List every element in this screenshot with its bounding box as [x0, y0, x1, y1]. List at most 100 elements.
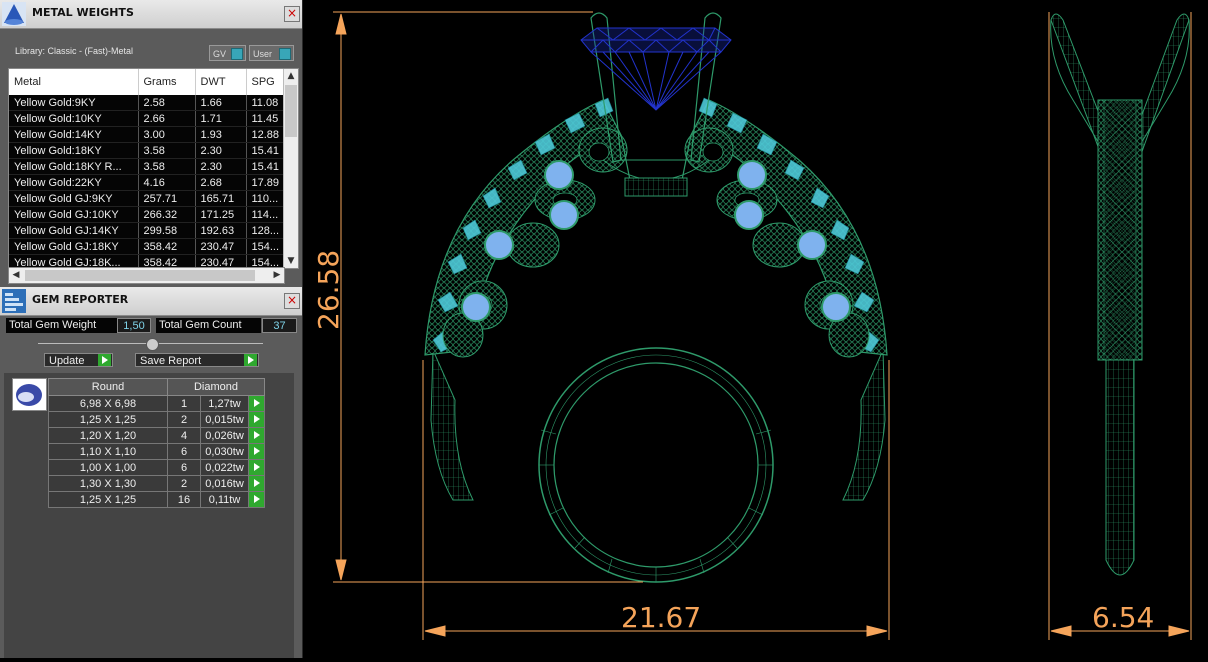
- metal-cell-grams: 3.58: [138, 158, 196, 175]
- metal-table-row[interactable]: Yellow Gold GJ:14KY 299.58 192.63 128...: [9, 222, 290, 239]
- gv-toggle[interactable]: GV: [209, 45, 246, 61]
- metal-cell-grams: 299.58: [138, 222, 196, 239]
- horizontal-scroll-thumb[interactable]: [25, 270, 255, 281]
- metal-weights-icon: [2, 2, 26, 26]
- gem-row-go-icon[interactable]: [248, 427, 265, 444]
- save-report-button[interactable]: Save Report: [135, 353, 259, 367]
- scroll-left-arrow-icon[interactable]: ◀: [9, 268, 23, 283]
- metal-table-row[interactable]: Yellow Gold:18KY 3.58 2.30 15.41: [9, 142, 290, 159]
- gem-row-go-icon[interactable]: [248, 475, 265, 492]
- metal-cell-grams: 2.66: [138, 110, 196, 127]
- metal-table-row[interactable]: Yellow Gold:22KY 4.16 2.68 17.89: [9, 174, 290, 191]
- gem-row-go-icon[interactable]: [248, 395, 265, 412]
- gem-type-header: Diamond: [167, 378, 265, 396]
- gem-row-go-icon[interactable]: [248, 411, 265, 428]
- gem-table-row[interactable]: 1,10 X 1,10 6 0,030tw: [48, 443, 265, 460]
- metal-cell-grams: 266.32: [138, 206, 196, 223]
- metal-cell-metal: Yellow Gold:9KY: [9, 95, 139, 111]
- scroll-right-arrow-icon[interactable]: ▶: [270, 268, 284, 283]
- metal-cell-metal: Yellow Gold:18KY R...: [9, 158, 139, 175]
- metal-cell-metal: Yellow Gold GJ:10KY: [9, 206, 139, 223]
- metal-cell-metal: Yellow Gold:18KY: [9, 142, 139, 159]
- gem-cell-size: 1,10 X 1,10: [48, 443, 168, 460]
- metal-weights-close-button[interactable]: ×: [284, 6, 300, 22]
- metal-cell-metal: Yellow Gold:22KY: [9, 174, 139, 191]
- update-go-icon[interactable]: [98, 354, 111, 366]
- gem-reporter-titlebar[interactable]: GEM REPORTER ×: [0, 287, 302, 316]
- gem-cell-size: 1,25 X 1,25: [48, 411, 168, 428]
- gem-shape-header: Round: [48, 378, 168, 396]
- width-dimension-label: 21.67: [621, 601, 701, 634]
- user-toggle[interactable]: User: [249, 45, 294, 61]
- update-button[interactable]: Update: [44, 353, 113, 367]
- gem-table-row[interactable]: 1,00 X 1,00 6 0,022tw: [48, 459, 265, 476]
- gem-cell-weight: 0,11tw: [200, 491, 249, 508]
- cad-viewport[interactable]: 26.58 21.67 6.54: [303, 0, 1208, 658]
- save-report-go-icon[interactable]: [244, 354, 257, 366]
- play-arrow-icon: [254, 399, 260, 407]
- gem-table-row[interactable]: 1,30 X 1,30 2 0,016tw: [48, 475, 265, 492]
- round-gem-icon[interactable]: [12, 378, 47, 411]
- gem-cell-count: 4: [167, 427, 201, 444]
- metal-table-row[interactable]: Yellow Gold GJ:10KY 266.32 171.25 114...: [9, 206, 290, 223]
- metal-weights-table: Metal Grams DWT SPG Yellow Gold:9KY 2.58 1…: [8, 68, 299, 269]
- gem-row-go-icon[interactable]: [248, 491, 265, 508]
- gv-toggle-label: GV: [213, 49, 227, 59]
- gem-list-area: Round Diamond 6,98 X 6,98 1 1,27tw 1,25 X 1…: [4, 373, 294, 658]
- ring-side-view: [1050, 13, 1190, 576]
- gem-cell-count: 2: [167, 411, 201, 428]
- gv-toggle-switch[interactable]: [231, 48, 243, 60]
- update-button-label: Update: [49, 355, 85, 367]
- gem-cell-weight: 0,026tw: [200, 427, 249, 444]
- gem-row-go-icon[interactable]: [248, 459, 265, 476]
- metal-table-row[interactable]: Yellow Gold:10KY 2.66 1.71 11.45: [9, 110, 290, 127]
- metal-weights-titlebar[interactable]: METAL WEIGHTS ×: [0, 0, 302, 29]
- play-arrow-icon: [254, 431, 260, 439]
- total-gem-count-label: Total Gem Count: [156, 318, 261, 333]
- scroll-up-arrow-icon[interactable]: ▲: [284, 69, 298, 83]
- metal-table-vertical-scrollbar[interactable]: ▲ ▼: [283, 69, 298, 268]
- metal-table-row[interactable]: Yellow Gold GJ:9KY 257.71 165.71 110...: [9, 190, 290, 207]
- gem-cell-size: 1,30 X 1,30: [48, 475, 168, 492]
- total-gem-weight-value: 1,50: [117, 318, 151, 333]
- metal-table-row[interactable]: Yellow Gold:14KY 3.00 1.93 12.88: [9, 126, 290, 143]
- metal-cell-grams: 3.58: [138, 142, 196, 159]
- save-report-button-label: Save Report: [140, 355, 202, 367]
- metal-table-horizontal-scrollbar[interactable]: ◀ ▶: [8, 267, 285, 284]
- gem-reporter-close-button[interactable]: ×: [284, 293, 300, 309]
- gem-cell-count: 6: [167, 459, 201, 476]
- play-arrow-icon: [254, 479, 260, 487]
- scroll-down-arrow-icon[interactable]: ▼: [284, 254, 298, 268]
- play-arrow-icon: [254, 447, 260, 455]
- metal-cell-dwt: 230.47: [195, 238, 247, 255]
- metal-cell-dwt: 192.63: [195, 222, 247, 239]
- gem-cell-weight: 0,022tw: [200, 459, 249, 476]
- metal-weights-title: METAL WEIGHTS: [32, 6, 134, 19]
- metal-table-row[interactable]: Yellow Gold:9KY 2.58 1.66 11.08: [9, 95, 290, 111]
- width-dimension: [422, 360, 890, 640]
- play-arrow-icon: [254, 463, 260, 471]
- metal-cell-dwt: 1.66: [195, 95, 247, 111]
- ring-front-view: [424, 12, 888, 583]
- metal-cell-grams: 3.00: [138, 126, 196, 143]
- gem-table-row[interactable]: 1,25 X 1,25 2 0,015tw: [48, 411, 265, 428]
- metal-cell-metal: Yellow Gold GJ:14KY: [9, 222, 139, 239]
- column-header-metal[interactable]: Metal: [9, 69, 139, 95]
- gem-row-go-icon[interactable]: [248, 443, 265, 460]
- user-toggle-switch[interactable]: [279, 48, 291, 60]
- column-header-dwt[interactable]: DWT: [195, 69, 247, 95]
- gem-cell-size: 1,25 X 1,25: [48, 491, 168, 508]
- gem-table-row[interactable]: 1,20 X 1,20 4 0,026tw: [48, 427, 265, 444]
- side-width-dimension-label: 6.54: [1092, 601, 1154, 634]
- gem-reporter-icon: [2, 289, 26, 313]
- gem-table-row[interactable]: 6,98 X 6,98 1 1,27tw: [48, 395, 265, 412]
- divider-knob[interactable]: [146, 338, 159, 351]
- metal-cell-dwt: 1.71: [195, 110, 247, 127]
- metal-table-row[interactable]: Yellow Gold GJ:18KY 358.42 230.47 154...: [9, 238, 290, 255]
- metal-cell-metal: Yellow Gold GJ:18KY: [9, 238, 139, 255]
- vertical-scroll-thumb[interactable]: [285, 85, 297, 137]
- gem-table-row[interactable]: 1,25 X 1,25 16 0,11tw: [48, 491, 265, 508]
- gem-reporter-title: GEM REPORTER: [32, 293, 129, 306]
- column-header-grams[interactable]: Grams: [138, 69, 196, 95]
- metal-table-row[interactable]: Yellow Gold:18KY R... 3.58 2.30 15.41: [9, 158, 290, 175]
